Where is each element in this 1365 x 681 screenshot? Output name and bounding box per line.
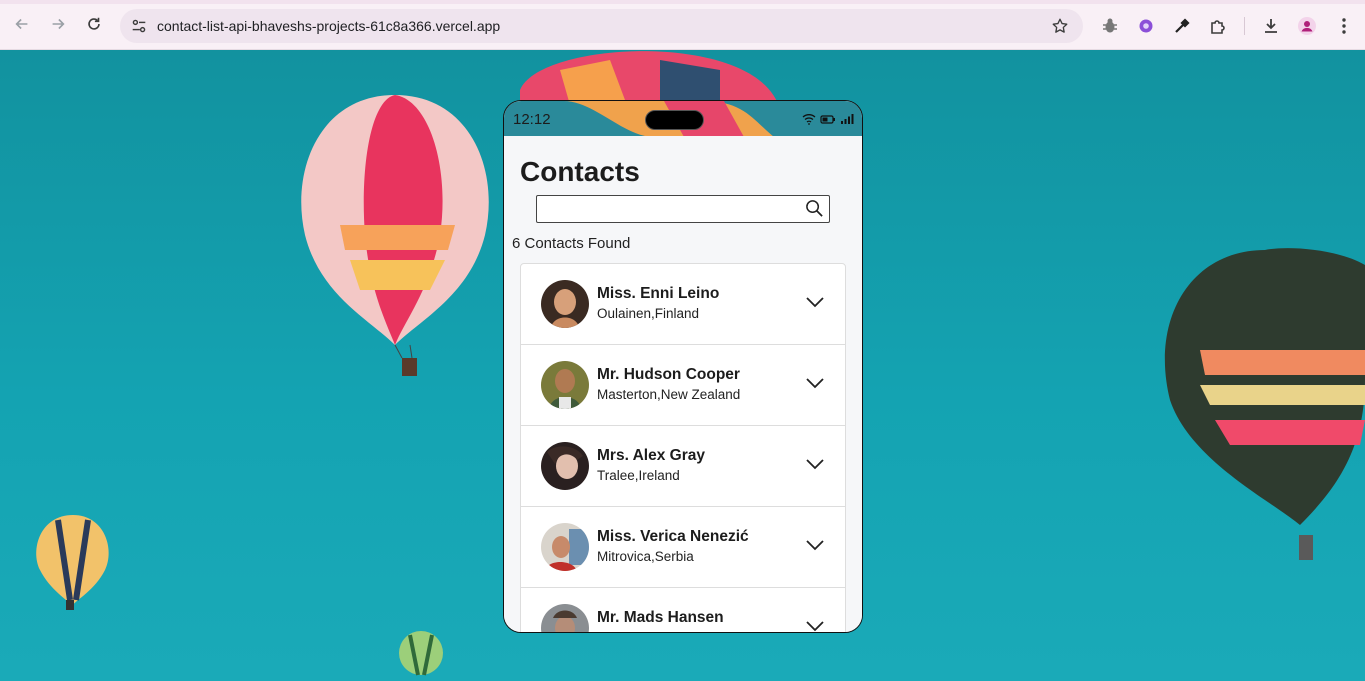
phone-frame: 12:12 Contacts 6 Contacts Found Miss. En… [503,100,863,633]
browser-menu-icon[interactable] [1333,15,1355,37]
extensions-puzzle-icon[interactable] [1207,15,1229,37]
dynamic-island [645,110,704,130]
contact-name: Miss. Enni Leino [597,285,720,302]
gear-extension-icon[interactable] [1135,15,1157,37]
page-title: Contacts [520,156,640,187]
avatar [541,361,589,409]
back-arrow-icon [15,18,28,30]
forward-button[interactable] [46,12,70,36]
address-bar[interactable]: contact-list-api-bhaveshs-projects-61c8a… [120,9,1083,43]
battery-icon [820,115,835,124]
pink-balloon [301,95,489,376]
contact-row[interactable]: Mrs. Alex Gray Tralee,Ireland [521,426,845,507]
chevron-down-icon[interactable] [805,295,825,309]
avatar [541,523,589,571]
eyedropper-extension-icon[interactable] [1171,15,1193,37]
small-green-balloon [399,631,443,676]
contact-row[interactable]: Miss. Enni Leino Oulainen,Finland [521,264,845,345]
bookmark-star-icon[interactable] [1051,17,1069,35]
contacts-count: 6 Contacts Found [512,235,631,252]
avatar [541,604,589,632]
contact-row[interactable]: Miss. Verica Nenezić Mitrovica,Serbia [521,507,845,588]
status-icons [802,113,854,125]
downloads-icon[interactable] [1260,15,1282,37]
contact-location: Masterton,New Zealand [597,387,741,402]
contact-name: Mrs. Alex Gray [597,447,705,464]
contact-location: Tralee,Ireland [597,468,680,483]
contact-name: Mr. Hudson Cooper [597,366,740,383]
search-input[interactable] [536,195,830,223]
search-icon[interactable] [805,199,824,218]
status-time: 12:12 [513,111,551,128]
contact-row[interactable]: Mr. Mads Hansen [521,588,845,633]
forward-arrow-icon [52,18,65,30]
url-text[interactable]: contact-list-api-bhaveshs-projects-61c8a… [157,18,500,34]
wifi-icon [802,114,816,125]
avatar [541,442,589,490]
chevron-down-icon[interactable] [805,538,825,552]
contact-name: Miss. Verica Nenezić [597,528,749,545]
signal-icon [841,114,854,124]
reload-icon [88,17,100,30]
chevron-down-icon[interactable] [805,457,825,471]
dark-striped-balloon [1164,248,1365,560]
app-content: Contacts 6 Contacts Found Miss. Enni Lei… [504,136,862,632]
contact-row[interactable]: Mr. Hudson Cooper Masterton,New Zealand [521,345,845,426]
contact-name: Mr. Mads Hansen [597,609,724,626]
contact-location: Oulainen,Finland [597,306,700,321]
toolbar-divider [1244,17,1245,35]
small-left-balloon [36,515,109,610]
bug-extension-icon[interactable] [1099,15,1121,37]
status-bar: 12:12 [504,101,862,137]
profile-avatar-icon[interactable] [1296,15,1318,37]
reload-button[interactable] [82,12,106,36]
contact-list: Miss. Enni Leino Oulainen,Finland Mr. Hu… [520,263,846,633]
browser-toolbar: contact-list-api-bhaveshs-projects-61c8a… [0,0,1365,50]
site-settings-icon[interactable] [130,17,148,35]
avatar [541,280,589,328]
chevron-down-icon[interactable] [805,376,825,390]
back-button[interactable] [10,12,34,36]
chevron-down-icon[interactable] [805,619,825,633]
contact-location: Mitrovica,Serbia [597,549,694,564]
tab-strip [0,0,1365,4]
